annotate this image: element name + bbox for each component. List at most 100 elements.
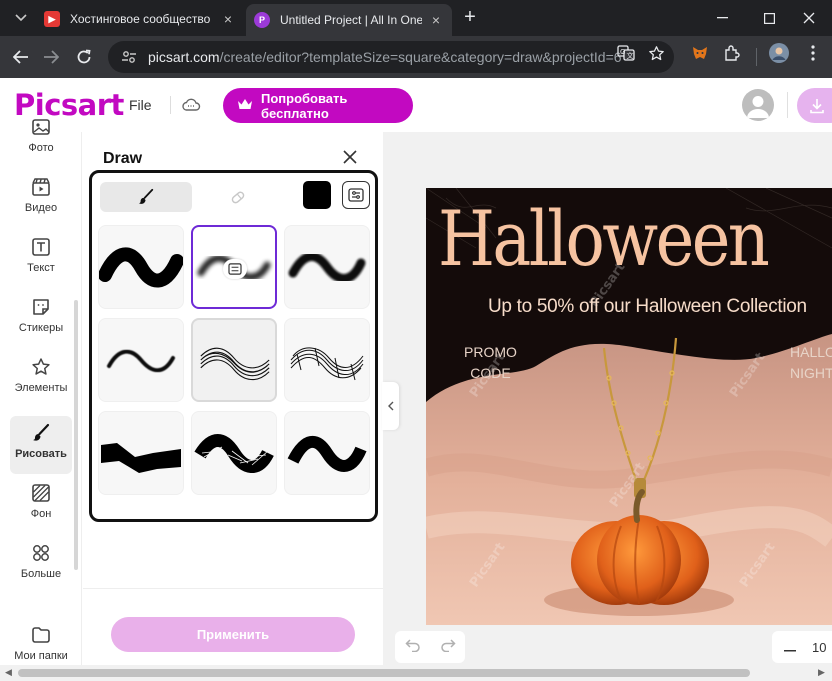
reload-icon[interactable] [73, 46, 95, 68]
close-tab-icon[interactable]: × [220, 11, 236, 27]
new-tab-plus-icon[interactable]: + [460, 6, 480, 28]
metamask-extension-icon[interactable] [691, 44, 709, 62]
panel-title: Draw [103, 150, 143, 167]
text-icon [30, 236, 52, 258]
rail-item-elements[interactable]: Элементы [10, 350, 72, 408]
video-icon [30, 176, 52, 198]
browser-tab-2-active[interactable]: P Untitled Project | All In One Web × [246, 4, 452, 36]
brush-option-soft[interactable] [284, 225, 370, 309]
export-button[interactable] [797, 88, 832, 123]
thick-stroke-icon [287, 436, 367, 472]
apply-button[interactable]: Применить [111, 617, 355, 652]
tab-search-button[interactable] [8, 6, 34, 30]
crown-icon [237, 98, 253, 114]
eraser-icon [231, 191, 245, 204]
horizontal-scrollbar[interactable]: ◀ ▶ [0, 665, 832, 681]
browser-menu-icon[interactable] [804, 44, 822, 62]
rail-item-more[interactable]: Больше [10, 536, 72, 594]
site-settings-icon[interactable] [120, 48, 138, 66]
rail-item-photo[interactable]: Фото [10, 110, 72, 168]
brush-option-scribble[interactable] [284, 318, 370, 402]
night-line-1: HALLO [790, 344, 832, 360]
promo-code-text[interactable]: PROMO CODE [464, 342, 517, 384]
night-line-2: NIGHT [790, 365, 832, 381]
forward-arrow-icon[interactable] [40, 46, 62, 68]
url-path: /create/editor?templateSize=square&categ… [219, 49, 623, 65]
brush-option-hatch[interactable] [191, 318, 277, 402]
header-divider [787, 92, 788, 118]
brush-color-swatch[interactable] [303, 181, 331, 209]
artboard-halloween[interactable]: Picsart Picsart Picsart Picsart Picsart … [426, 188, 832, 625]
halloween-night-text[interactable]: HALLO NIGHT [790, 342, 832, 384]
svg-text:G: G [620, 48, 625, 56]
browser-toolbar: picsart.com/create/editor?templateSize=s… [0, 36, 832, 78]
extensions-puzzle-icon[interactable] [723, 44, 741, 62]
brush-option-calligraphy[interactable] [98, 411, 184, 495]
address-bar[interactable]: picsart.com/create/editor?templateSize=s… [108, 41, 674, 73]
try-free-button[interactable]: Попробовать бесплатно [223, 88, 413, 123]
back-arrow-icon[interactable] [10, 46, 32, 68]
zoom-value[interactable]: 10 [812, 640, 826, 655]
draw-panel: Draw Применить [83, 132, 383, 681]
brush-option-pen[interactable] [98, 318, 184, 402]
minimize-window-icon[interactable] [699, 0, 745, 36]
marker-stroke-icon [99, 247, 183, 288]
tool-rail: Фото Видео Текст Стикеры Элементы Рисова… [0, 119, 82, 681]
app-header: Picsart File Попробовать бесплатно [0, 78, 832, 132]
user-avatar[interactable] [742, 89, 774, 121]
halloween-title[interactable]: Halloween [438, 194, 770, 283]
rail-item-label: Больше [20, 568, 62, 580]
close-window-icon[interactable] [786, 0, 832, 36]
header-divider [170, 96, 171, 114]
rail-item-text[interactable]: Текст [10, 230, 72, 288]
brush-icon [138, 188, 154, 204]
brush-option-thick[interactable] [284, 411, 370, 495]
file-menu[interactable]: File [129, 97, 152, 113]
brush-option-marker[interactable] [98, 225, 184, 309]
pen-stroke-icon [107, 349, 175, 373]
rail-item-stickers[interactable]: Стикеры [10, 290, 72, 348]
browser-tab-1[interactable]: ▶ Хостинговое сообщество «Tim × [36, 4, 244, 34]
close-panel-icon[interactable] [343, 150, 359, 166]
bookmark-star-icon[interactable] [647, 44, 665, 62]
rail-item-video[interactable]: Видео [10, 170, 72, 228]
rail-item-background[interactable]: Фон [10, 476, 72, 534]
scrollbar-thumb[interactable] [18, 669, 750, 677]
folder-icon [30, 624, 52, 646]
rail-item-draw[interactable]: Рисовать [10, 416, 72, 474]
browser-tab-bar: ▶ Хостинговое сообщество «Tim × P Untitl… [0, 0, 832, 36]
brush-settings-button[interactable] [342, 181, 370, 209]
cloud-save-icon[interactable] [180, 94, 202, 116]
brush-option-airbrush[interactable] [191, 225, 277, 309]
profile-avatar-icon[interactable] [769, 43, 789, 63]
svg-text:文: 文 [627, 51, 634, 60]
brush-mode-button[interactable] [100, 182, 192, 212]
tab-favicon-red-icon: ▶ [44, 11, 60, 27]
draw-mode-toggle [100, 182, 290, 212]
picsart-editor: Picsart File Попробовать бесплатно Фото [0, 78, 832, 681]
rail-item-label: Видео [24, 202, 58, 214]
redo-icon[interactable] [440, 638, 456, 656]
url-text: picsart.com/create/editor?templateSize=s… [148, 49, 623, 65]
rail-item-label: Фото [28, 142, 54, 154]
rail-scrollbar[interactable] [74, 300, 78, 570]
rail-item-label: Мои папки [14, 650, 68, 662]
translate-icon[interactable]: G文 [617, 44, 635, 62]
eraser-mode-button[interactable] [192, 182, 284, 212]
undo-icon[interactable] [404, 638, 421, 656]
collapse-panel-handle[interactable] [382, 382, 399, 430]
scroll-left-icon[interactable]: ◀ [5, 667, 12, 678]
zoom-out-icon[interactable] [784, 640, 796, 655]
halloween-subtitle[interactable]: Up to 50% off our Halloween Collection [488, 296, 807, 318]
download-icon [810, 98, 824, 113]
brush-option-chalk[interactable] [191, 411, 277, 495]
close-tab-icon[interactable]: × [428, 12, 444, 28]
scroll-right-icon[interactable]: ▶ [818, 667, 825, 678]
promo-line-2: CODE [470, 365, 511, 381]
more-icon [30, 542, 52, 564]
promo-line-1: PROMO [464, 344, 517, 360]
rail-item-label: Стикеры [18, 322, 64, 334]
brush-settings-badge-icon[interactable] [223, 259, 247, 279]
scribble-stroke-icon [290, 347, 364, 381]
tab-title: Хостинговое сообщество «Tim [70, 12, 214, 26]
